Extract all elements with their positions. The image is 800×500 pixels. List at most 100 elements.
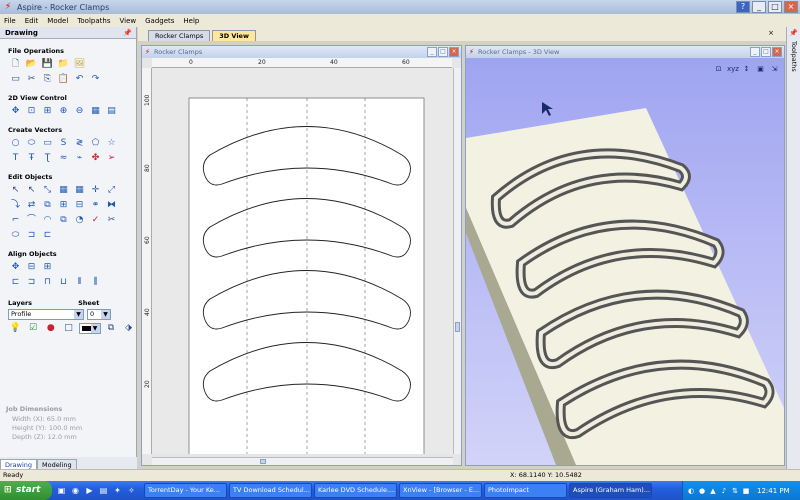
- close-button[interactable]: ×: [772, 47, 782, 57]
- tab-modeling[interactable]: Modeling: [37, 459, 77, 469]
- zoom-extents-icon[interactable]: ⊞: [40, 105, 55, 118]
- save-icon[interactable]: 💾: [40, 58, 55, 71]
- star-icon[interactable]: ☆: [104, 137, 119, 150]
- folder-icon[interactable]: ▤: [98, 485, 109, 496]
- polygon-icon[interactable]: ⬠: [88, 137, 103, 150]
- vertical-scrollbar[interactable]: [453, 68, 461, 454]
- minimize-button[interactable]: _: [427, 47, 437, 57]
- align-bottom-icon[interactable]: ⊔: [56, 276, 71, 289]
- taskbar-item[interactable]: PhotoImpact: [484, 483, 567, 498]
- close-tab-icon[interactable]: ×: [768, 29, 774, 37]
- align-horizontal-center-icon[interactable]: ⊟: [24, 261, 39, 274]
- align-center-icon[interactable]: ✥: [8, 261, 23, 274]
- node-edit-icon[interactable]: ↖: [24, 184, 39, 197]
- group-icon[interactable]: ▦: [56, 184, 71, 197]
- sheet-select[interactable]: 0 ▼: [87, 309, 111, 320]
- taskbar-item[interactable]: XnView - [Browser - E...: [399, 483, 482, 498]
- taskbar-clock[interactable]: 12:41 PM: [757, 487, 790, 495]
- show-desktop-icon[interactable]: ▣: [56, 485, 67, 496]
- layer-select[interactable]: Profile ▼: [8, 309, 84, 320]
- minimize-button[interactable]: _: [752, 1, 766, 13]
- zoom-box-icon[interactable]: ⊡: [24, 105, 39, 118]
- select-icon[interactable]: ↖: [8, 184, 23, 197]
- transform-icon[interactable]: ⤡: [40, 184, 55, 197]
- scroll-thumb[interactable]: [260, 459, 266, 464]
- scale-icon[interactable]: ⤢: [104, 184, 119, 197]
- tab-drawing[interactable]: Drawing: [0, 459, 38, 469]
- menu-file[interactable]: File: [4, 17, 16, 25]
- 2d-view-canvas[interactable]: 0 20 40 60 100 80 60 40 20: [142, 58, 461, 465]
- text-box-icon[interactable]: Ŧ: [24, 152, 39, 165]
- polyline-icon[interactable]: S: [56, 137, 71, 150]
- paste-icon[interactable]: 📋: [56, 73, 71, 86]
- taskbar-item[interactable]: Karlee DVD Schedule....: [314, 483, 397, 498]
- import-image-icon[interactable]: 🖼: [72, 58, 87, 71]
- tray-icon[interactable]: ■: [742, 487, 750, 495]
- rotate-icon[interactable]: ⤵: [8, 199, 23, 212]
- layer-color-select[interactable]: ▼: [78, 323, 101, 334]
- align-top-icon[interactable]: ⊓: [40, 276, 55, 289]
- toolpaths-strip[interactable]: 📌 Toolpaths: [786, 27, 800, 469]
- import-icon[interactable]: 📁: [56, 58, 71, 71]
- browser-icon[interactable]: ◉: [70, 485, 81, 496]
- cut-icon[interactable]: ✂: [24, 73, 39, 86]
- layer-properties-icon[interactable]: ⧉: [104, 322, 119, 335]
- view-toggle-icon[interactable]: ▤: [104, 105, 119, 118]
- open-folder-icon[interactable]: 📂: [24, 58, 39, 71]
- draw-line-icon[interactable]: ⌁: [72, 152, 87, 165]
- tray-icon[interactable]: ●: [698, 487, 706, 495]
- pin-icon[interactable]: 📌: [787, 29, 800, 37]
- align-left-icon[interactable]: ⊏: [8, 276, 23, 289]
- app-shortcut-icon[interactable]: ✦: [112, 485, 123, 496]
- close-button[interactable]: ×: [784, 1, 798, 13]
- network-icon[interactable]: ⇅: [731, 487, 739, 495]
- array-copy-icon[interactable]: ⧉: [56, 214, 71, 227]
- subtract-icon[interactable]: ⊟: [72, 199, 87, 212]
- volume-icon[interactable]: ♪: [720, 487, 728, 495]
- horizontal-scrollbar[interactable]: [152, 457, 453, 465]
- aspire-app-icon[interactable]: ⚡: [3, 2, 13, 12]
- maximize-button[interactable]: □: [768, 1, 782, 13]
- chevron-down-icon[interactable]: ▼: [74, 310, 83, 319]
- ungroup-icon[interactable]: ▦: [72, 184, 87, 197]
- circle-icon[interactable]: ○: [8, 137, 23, 150]
- sheet-properties-icon[interactable]: ⬗: [121, 322, 136, 335]
- intersect-icon[interactable]: ⚭: [88, 199, 103, 212]
- text-on-curve-icon[interactable]: Ʈ: [40, 152, 55, 165]
- tray-icon[interactable]: ◐: [687, 487, 695, 495]
- app-shortcut-icon[interactable]: ✧: [126, 485, 137, 496]
- start-button[interactable]: ⊞ start: [0, 481, 52, 500]
- move-icon[interactable]: ✛: [88, 184, 103, 197]
- maximize-button[interactable]: □: [438, 47, 448, 57]
- menu-edit[interactable]: Edit: [25, 17, 39, 25]
- visible-checkbox[interactable]: ☑: [26, 322, 41, 335]
- maximize-button[interactable]: □: [761, 47, 771, 57]
- menu-model[interactable]: Model: [47, 17, 68, 25]
- trim-icon[interactable]: ✓: [88, 214, 103, 227]
- undo-icon[interactable]: ↶: [72, 73, 87, 86]
- scissors-icon[interactable]: ✂: [104, 214, 119, 227]
- toolpaths-strip-label[interactable]: Toolpaths: [790, 41, 798, 72]
- menu-view[interactable]: View: [119, 17, 136, 25]
- menu-help[interactable]: Help: [183, 17, 199, 25]
- new-file-icon[interactable]: 🗋: [8, 58, 23, 71]
- close-vectors-icon[interactable]: ⊏: [40, 229, 55, 242]
- smooth-icon[interactable]: ◠: [40, 214, 55, 227]
- scroll-thumb[interactable]: [455, 322, 460, 332]
- join-icon[interactable]: ⧓: [104, 199, 119, 212]
- zoom-out-icon[interactable]: ⊖: [72, 105, 87, 118]
- layout-copies-icon[interactable]: ⬭: [8, 229, 23, 242]
- close-button[interactable]: ×: [449, 47, 459, 57]
- offset-icon[interactable]: ⌐: [8, 214, 23, 227]
- copy-icon[interactable]: ⎘: [40, 73, 55, 86]
- chevron-down-icon[interactable]: ▼: [90, 324, 100, 333]
- fillet-icon[interactable]: ⌒: [24, 214, 39, 227]
- space-horizontal-icon[interactable]: ⫴: [72, 276, 87, 289]
- taskbar-item[interactable]: TorrentDay - Your Ke...: [144, 483, 227, 498]
- fit-curves-icon[interactable]: ≈: [56, 152, 71, 165]
- 3d-view-canvas[interactable]: ⊡ xyz ↕ ▣ ⇲: [466, 58, 784, 465]
- job-setup-icon[interactable]: ▭: [8, 73, 23, 86]
- space-vertical-icon[interactable]: ⫼: [88, 276, 103, 289]
- ellipse-icon[interactable]: ⬭: [24, 137, 39, 150]
- grid-icon[interactable]: ▦: [88, 105, 103, 118]
